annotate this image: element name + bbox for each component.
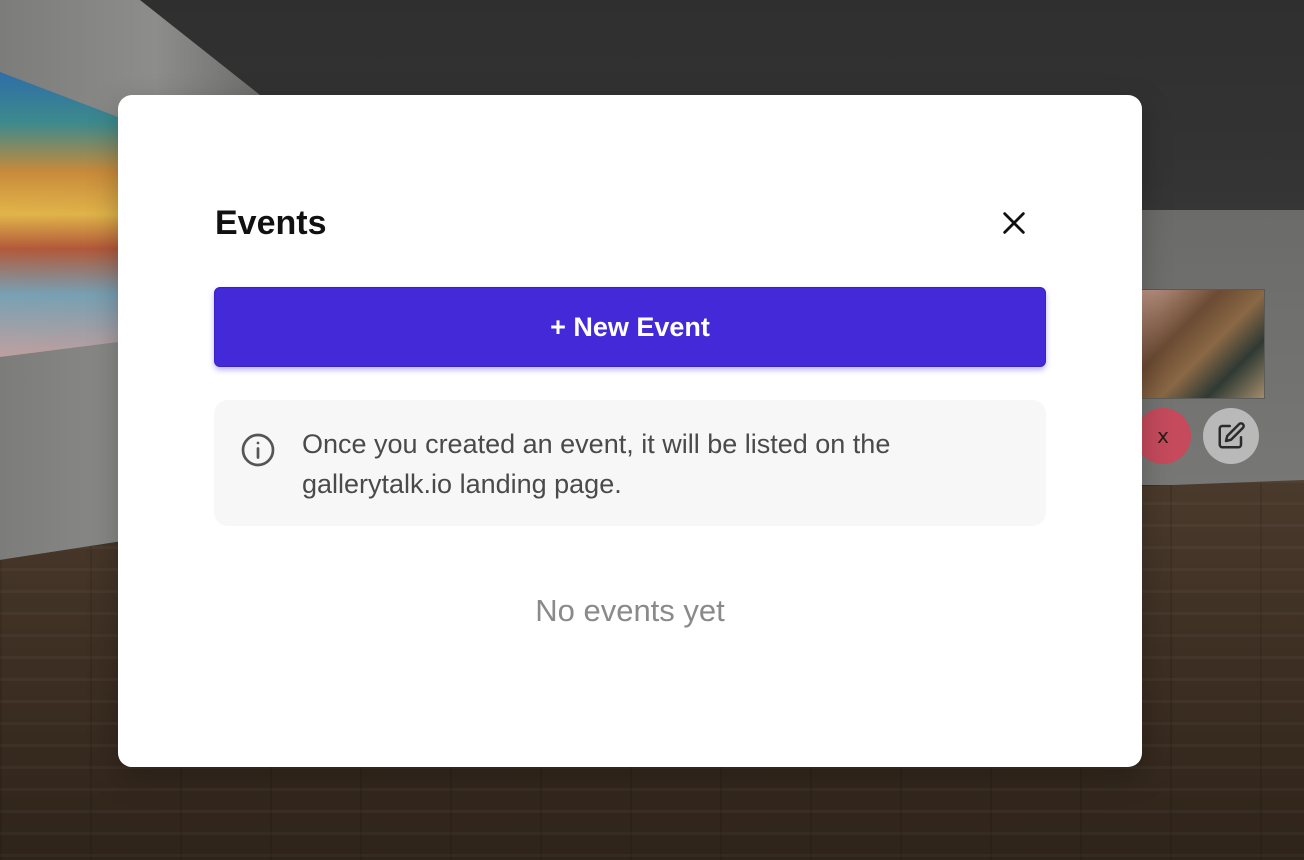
info-text: Once you created an event, it will be li… [302, 429, 891, 499]
info-circle-icon [241, 433, 275, 467]
close-button[interactable] [994, 203, 1034, 243]
delete-artwork-button[interactable]: x [1135, 408, 1191, 464]
pencil-square-icon [1218, 422, 1245, 449]
edit-artwork-button[interactable] [1203, 408, 1259, 464]
events-modal: Events + New Event Once you created an e… [118, 95, 1142, 767]
empty-state-text: No events yet [535, 593, 725, 628]
info-callout: Once you created an event, it will be li… [214, 400, 1046, 526]
painting-right[interactable] [1140, 290, 1264, 398]
new-event-button[interactable]: + New Event [214, 287, 1046, 367]
close-icon [1003, 212, 1025, 234]
painting-left[interactable] [0, 72, 118, 357]
modal-title: Events [215, 204, 327, 242]
delete-artwork-label: x [1157, 424, 1169, 448]
